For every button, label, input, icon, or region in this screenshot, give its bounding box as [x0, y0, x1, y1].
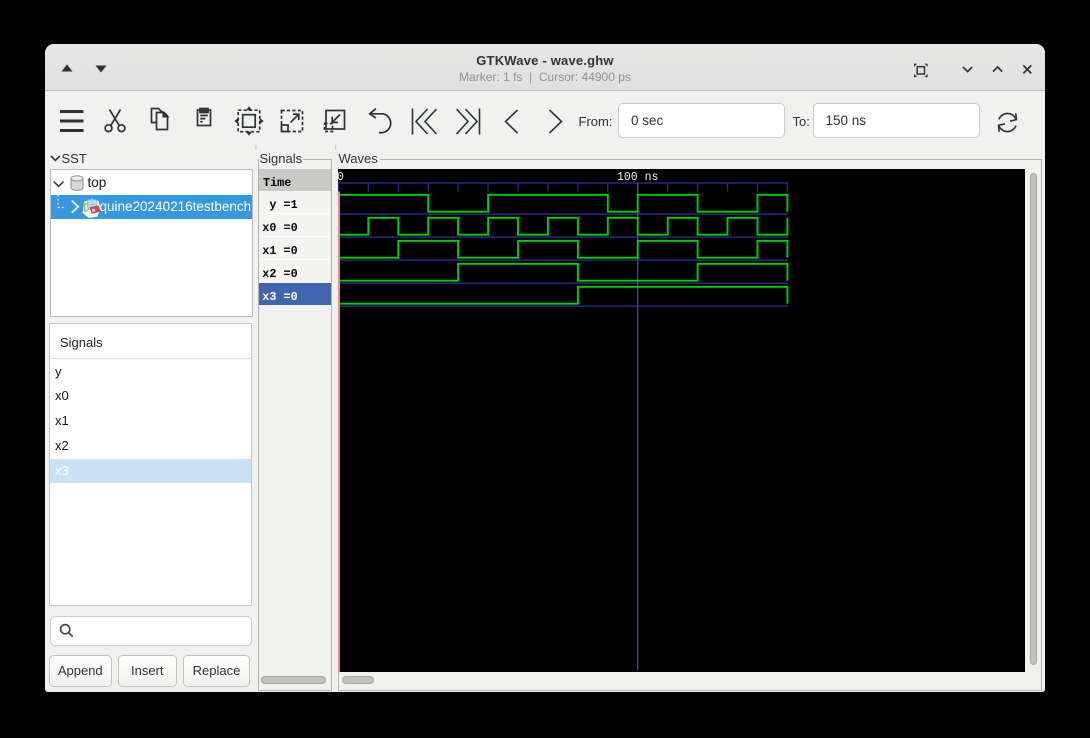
- svg-text:0: 0: [338, 171, 344, 184]
- svg-text:100 ns: 100 ns: [617, 171, 658, 184]
